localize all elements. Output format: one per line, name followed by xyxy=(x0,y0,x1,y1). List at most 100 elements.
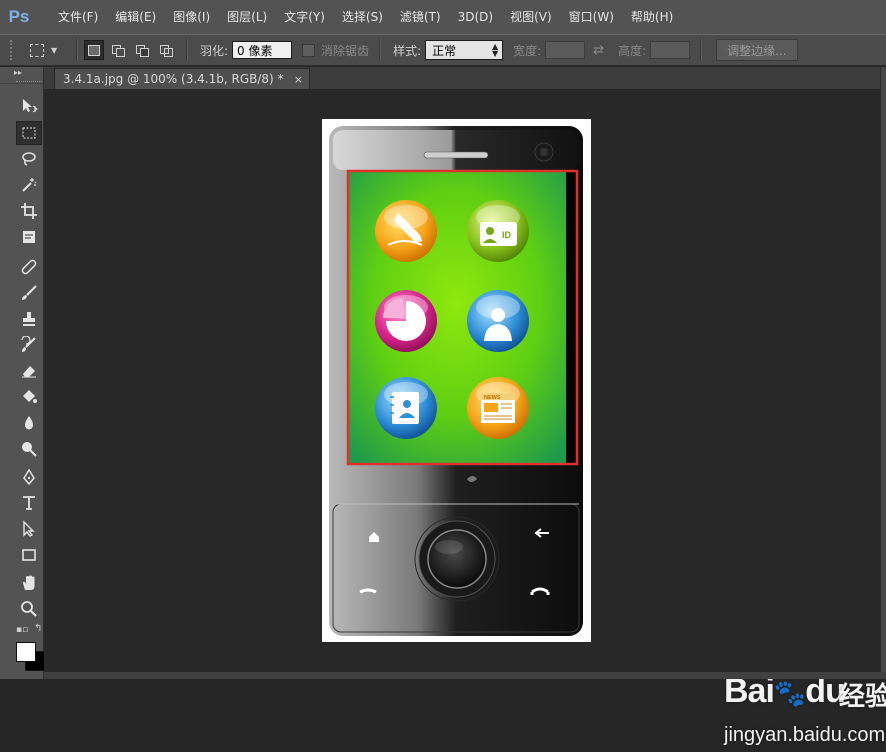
swap-width-height-icon[interactable]: ⇄ xyxy=(593,43,604,58)
close-icon[interactable]: × xyxy=(294,73,303,86)
tools-panel: ▸▸ ▪▫ ↰ xyxy=(0,67,45,679)
healing-brush-tool[interactable] xyxy=(16,255,42,279)
feather-label: 羽化: xyxy=(200,43,229,58)
paint-bucket-icon xyxy=(23,390,37,403)
user-app-icon xyxy=(467,290,529,352)
options-bar: ▼ 羽化: 消除锯齿 样式: 正常 ▲▼ 宽度: ⇄ 高度: 调整边缘... xyxy=(0,34,886,66)
rectangular-marquee-tool[interactable] xyxy=(16,121,42,145)
style-label: 样式: xyxy=(393,43,422,58)
intersect-selection-button[interactable] xyxy=(156,40,176,60)
pen-app-icon xyxy=(375,200,437,262)
crop-tool[interactable] xyxy=(16,199,42,223)
height-input[interactable] xyxy=(650,41,691,59)
rectangle-icon xyxy=(22,549,36,561)
menu-item-3[interactable]: 图层(L) xyxy=(219,0,276,34)
blur-icon xyxy=(25,416,33,430)
note-icon xyxy=(23,231,35,243)
document-tab-bar: 3.4.1a.jpg @ 100% (3.4.1b, RGB/8) * × xyxy=(44,67,886,90)
move-tool[interactable] xyxy=(16,94,42,118)
document-tab-title: 3.4.1a.jpg @ 100% (3.4.1b, RGB/8) * xyxy=(63,72,284,86)
blur-tool[interactable] xyxy=(16,411,42,435)
magic-wand-icon xyxy=(22,178,37,192)
history-brush-tool[interactable] xyxy=(16,333,42,357)
menu-item-4[interactable]: 文字(Y) xyxy=(276,0,334,34)
menu-item-10[interactable]: 帮助(H) xyxy=(623,0,682,34)
baidu-paw-icon: 🐾 xyxy=(773,678,806,708)
bandage-icon xyxy=(21,259,37,275)
default-colors-icon[interactable]: ▪▫ xyxy=(16,625,28,635)
paint-bucket-tool[interactable] xyxy=(16,385,42,409)
zoom-tool[interactable] xyxy=(16,597,42,621)
eraser-icon xyxy=(22,366,36,378)
stamp-icon xyxy=(23,312,35,326)
style-select[interactable]: 正常 ▲ ▼ xyxy=(425,40,504,60)
photoshop-logo: Ps xyxy=(8,7,30,26)
brush-tool[interactable] xyxy=(16,281,42,305)
hand-tool[interactable] xyxy=(16,571,42,595)
history-brush-icon xyxy=(21,336,36,352)
chevron-down-icon: ▼ xyxy=(51,45,58,55)
contacts-app-icon xyxy=(375,377,437,439)
marquee-icon xyxy=(22,127,36,139)
news-app-icon: NEWS xyxy=(467,377,529,439)
crop-icon xyxy=(21,203,37,219)
width-label: 宽度: xyxy=(513,43,542,58)
pen-icon xyxy=(23,468,35,486)
feather-input[interactable] xyxy=(232,41,293,59)
menu-bar: Ps 文件(F) 编辑(E) 图像(I) 图层(L) 文字(Y) 选择(S) 滤镜(T) 3D… xyxy=(0,0,886,34)
news-label: NEWS xyxy=(484,395,501,401)
id-card-label: ID xyxy=(502,230,512,240)
menu-item-5[interactable]: 选择(S) xyxy=(334,0,392,34)
new-selection-icon xyxy=(88,44,100,56)
add-selection-icon xyxy=(112,44,125,57)
clone-stamp-tool[interactable] xyxy=(16,307,42,331)
options-bar-grip[interactable] xyxy=(10,40,18,60)
hand-icon xyxy=(23,575,35,590)
path-selection-tool[interactable] xyxy=(16,517,42,541)
dodge-icon xyxy=(22,442,37,457)
new-selection-button[interactable] xyxy=(84,40,104,60)
antialias-checkbox[interactable] xyxy=(302,43,316,57)
lasso-tool[interactable] xyxy=(16,147,42,171)
move-icon xyxy=(23,99,38,113)
subtract-from-selection-button[interactable] xyxy=(132,40,152,60)
id-card-app-icon: ID xyxy=(467,200,529,262)
baidu-watermark: Bai🐾du 经验 jingyan.baidu.com xyxy=(724,672,886,752)
swap-colors-icon[interactable]: ↰ xyxy=(34,623,42,634)
document-canvas[interactable]: ID NEWS xyxy=(44,89,880,679)
type-icon xyxy=(23,496,35,510)
speaker-grille xyxy=(423,151,489,159)
document-tab[interactable]: 3.4.1a.jpg @ 100% (3.4.1b, RGB/8) * × xyxy=(54,68,310,89)
type-tool[interactable] xyxy=(16,491,42,515)
eraser-tool[interactable] xyxy=(16,359,42,383)
pie-app-icon xyxy=(375,290,437,352)
menu-item-2[interactable]: 图像(I) xyxy=(165,0,219,34)
canvas-area[interactable]: ID NEWS Bai🐾du 经验 jingyan.baidu.com xyxy=(44,89,886,746)
menu-item-7[interactable]: 3D(D) xyxy=(450,0,502,34)
menu-item-6[interactable]: 滤镜(T) xyxy=(392,0,450,34)
baidu-url-text: jingyan.baidu.com xyxy=(724,724,886,746)
rectangular-marquee-icon xyxy=(30,43,44,57)
menu-item-1[interactable]: 编辑(E) xyxy=(107,0,165,34)
subtract-selection-icon xyxy=(136,44,149,57)
foreground-color-swatch[interactable] xyxy=(16,642,36,662)
pen-tool[interactable] xyxy=(16,465,42,489)
style-select-value: 正常 xyxy=(432,43,457,58)
magic-wand-tool[interactable] xyxy=(16,173,42,197)
status-bar xyxy=(44,672,886,679)
refine-edge-button[interactable]: 调整边缘... xyxy=(716,39,798,61)
width-input[interactable] xyxy=(545,41,586,59)
dodge-tool[interactable] xyxy=(16,437,42,461)
path-selection-icon xyxy=(23,520,35,537)
add-to-selection-button[interactable] xyxy=(108,40,128,60)
rectangle-tool[interactable] xyxy=(16,543,42,567)
tool-preset-picker[interactable]: ▼ xyxy=(30,39,70,61)
menu-item-9[interactable]: 窗口(W) xyxy=(561,0,623,34)
menu-item-0[interactable]: 文件(F) xyxy=(50,0,107,34)
right-panel-edge[interactable] xyxy=(880,67,886,679)
eyedropper-tool[interactable] xyxy=(16,225,42,249)
intersect-selection-icon xyxy=(160,44,173,57)
baidu-jingyan-text: 经验 xyxy=(839,682,886,712)
menu-item-8[interactable]: 视图(V) xyxy=(502,0,561,34)
lasso-icon xyxy=(22,152,36,166)
